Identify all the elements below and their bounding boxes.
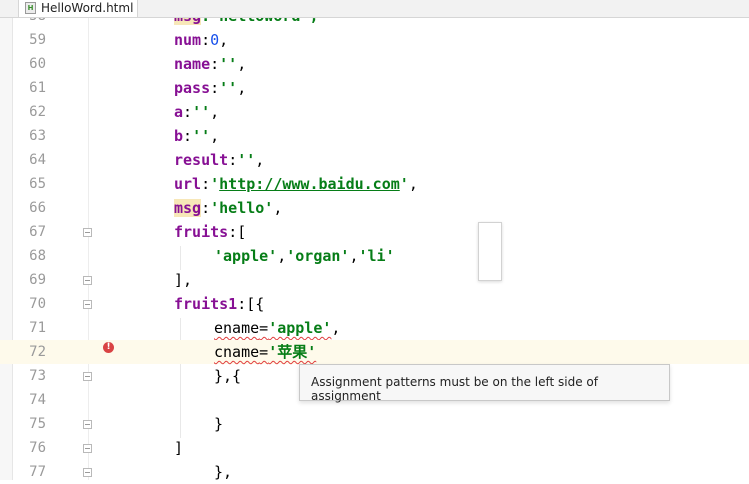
- line-number: 77: [29, 464, 46, 480]
- code-line[interactable]: 63 b:'',: [0, 124, 749, 148]
- code-text[interactable]: },: [214, 460, 232, 484]
- line-number: 60: [29, 56, 46, 72]
- line-number: 76: [29, 440, 46, 456]
- code-text[interactable]: b:'',: [174, 124, 219, 148]
- line-number: 65: [29, 176, 46, 192]
- fold-marker-icon[interactable]: [83, 276, 92, 285]
- code-text[interactable]: ]: [174, 436, 183, 460]
- editor-tab-bar-top: H HelloWord.html: [0, 0, 749, 18]
- line-number: 69: [29, 272, 46, 288]
- code-text[interactable]: name:'',: [174, 52, 246, 76]
- code-line[interactable]: 76 ]: [0, 436, 749, 460]
- line-number: 74: [29, 392, 46, 408]
- code-text[interactable]: fruits1:[{: [174, 292, 264, 316]
- fold-marker-icon[interactable]: [83, 228, 92, 237]
- code-line[interactable]: 77 },: [0, 460, 749, 484]
- line-number: 75: [29, 416, 46, 432]
- html-file-icon: H: [25, 2, 36, 14]
- url-link[interactable]: http://www.baidu.com: [219, 175, 400, 193]
- code-line[interactable]: 70 fruits1:[{: [0, 292, 749, 316]
- code-text[interactable]: cname='苹果': [214, 340, 316, 364]
- code-line[interactable]: 64 result:'',: [0, 148, 749, 172]
- code-line[interactable]: 67 fruits:[: [0, 220, 749, 244]
- fold-marker-icon[interactable]: [83, 420, 92, 429]
- line-number: 61: [29, 80, 46, 96]
- code-text[interactable]: num:0,: [174, 28, 228, 52]
- code-line[interactable]: 60 name:'',: [0, 52, 749, 76]
- line-number: 67: [29, 224, 46, 240]
- line-number: 72: [29, 344, 46, 360]
- fold-marker-icon[interactable]: [83, 372, 92, 381]
- code-line[interactable]: 62 a:'',: [0, 100, 749, 124]
- code-text[interactable]: },{: [214, 364, 241, 388]
- tab-helloword-html[interactable]: H HelloWord.html: [18, 0, 138, 17]
- code-text[interactable]: a:'',: [174, 100, 219, 124]
- code-line[interactable]: 61 pass:'',: [0, 76, 749, 100]
- fold-marker-icon[interactable]: [83, 468, 92, 477]
- line-number: 64: [29, 152, 46, 168]
- line-number: 62: [29, 104, 46, 120]
- code-text[interactable]: msg:'hello',: [174, 196, 282, 220]
- code-text[interactable]: url:'http://www.baidu.com',: [174, 172, 418, 196]
- line-number: 59: [29, 32, 46, 48]
- line-number: 63: [29, 128, 46, 144]
- tooltip-message: Assignment patterns must be on the left …: [311, 375, 598, 403]
- code-text[interactable]: 'apple','organ','li': [214, 244, 395, 268]
- code-line-current[interactable]: 72 ! cname='苹果': [0, 340, 749, 364]
- line-number: 68: [29, 248, 46, 264]
- code-line[interactable]: 68 'apple','organ','li': [0, 244, 749, 268]
- code-text[interactable]: result:'',: [174, 148, 264, 172]
- code-line[interactable]: 71 ename='apple',: [0, 316, 749, 340]
- code-text[interactable]: pass:'',: [174, 76, 246, 100]
- code-line[interactable]: 66 msg:'hello',: [0, 196, 749, 220]
- code-line[interactable]: 75 }: [0, 412, 749, 436]
- code-text[interactable]: ],: [174, 268, 192, 292]
- code-line[interactable]: 69 ],: [0, 268, 749, 292]
- code-line[interactable]: 59 num:0,: [0, 28, 749, 52]
- code-line[interactable]: 65 url:'http://www.baidu.com',: [0, 172, 749, 196]
- code-text[interactable]: ename='apple',: [214, 316, 340, 340]
- completion-popup: [478, 222, 502, 281]
- line-number: 73: [29, 368, 46, 384]
- tab-label: HelloWord.html: [41, 1, 134, 15]
- error-tooltip: Assignment patterns must be on the left …: [299, 364, 670, 403]
- code-text[interactable]: }: [214, 412, 223, 436]
- line-number: 71: [29, 320, 46, 336]
- fold-marker-icon[interactable]: [83, 300, 92, 309]
- line-number: 70: [29, 296, 46, 312]
- fold-marker-icon[interactable]: [83, 444, 92, 453]
- code-text[interactable]: fruits:[: [174, 220, 246, 244]
- error-indicator-icon[interactable]: !: [103, 342, 114, 353]
- line-number: 66: [29, 200, 46, 216]
